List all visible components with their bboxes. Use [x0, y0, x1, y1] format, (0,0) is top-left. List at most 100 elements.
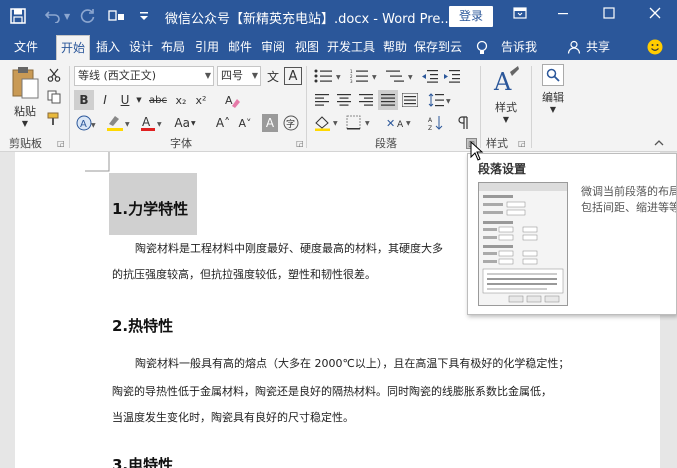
tooltip-description-line-2: 包括间距、缩进等等 [581, 201, 677, 214]
styles-button-label: 样式 [495, 101, 517, 114]
heading-3[interactable]: 3.电特性 [112, 454, 173, 468]
close-icon[interactable] [633, 0, 677, 32]
tab-mailings[interactable]: 邮件 [225, 35, 255, 60]
group-separator [531, 66, 532, 148]
superscript-button[interactable]: x² [192, 90, 210, 110]
character-shading-button[interactable]: A [262, 114, 278, 132]
phonetic-guide-button[interactable]: 文 [264, 67, 282, 85]
collapse-ribbon-icon[interactable] [652, 136, 666, 148]
editing-button[interactable]: 编辑 ▼ [536, 64, 570, 124]
font-group-label: 字体 [170, 137, 192, 150]
styles-launcher-icon[interactable]: ◲ [518, 139, 526, 148]
paste-dropdown-icon[interactable]: ▼ [6, 119, 44, 128]
paragraph-2-line-2[interactable]: 陶瓷的导热性低于金属材料，陶瓷还是良好的隔热材料。同时陶瓷的线膨胀系数比金属低， [112, 383, 552, 399]
maximize-icon[interactable] [587, 0, 631, 32]
tab-insert[interactable]: 插入 [92, 35, 124, 60]
page-corner-mark [85, 152, 110, 172]
svg-text:▼: ▼ [125, 121, 130, 128]
svg-text:✕: ✕ [386, 117, 395, 130]
clear-formatting-icon[interactable]: A [222, 90, 242, 110]
justify-icon[interactable] [378, 90, 398, 110]
undo-dropdown-icon[interactable]: ▼ [64, 0, 70, 32]
paragraph-1-line-2[interactable]: 的抗压强度较高，但抗拉强度较低，塑性和韧性很差。 [112, 266, 376, 282]
svg-text:▼: ▼ [336, 74, 341, 81]
lightbulb-icon[interactable] [474, 35, 490, 60]
ribbon-display-options-icon[interactable] [498, 0, 542, 32]
share-button[interactable]: 共享 [583, 35, 613, 60]
editing-button-label: 编辑 [542, 91, 564, 104]
line-spacing-icon[interactable]: ▼ [426, 90, 454, 110]
copy-icon[interactable] [45, 88, 63, 106]
text-effects-icon[interactable]: A ▼ [74, 113, 98, 133]
undo-icon[interactable] [45, 0, 61, 32]
redo-icon[interactable] [80, 0, 96, 32]
tab-references[interactable]: 引用 [191, 35, 223, 60]
subscript-button[interactable]: x₂ [172, 90, 190, 110]
paragraph-group-label: 段落 [375, 137, 397, 150]
borders-icon[interactable]: ▼ [344, 113, 374, 133]
text-highlight-color-icon[interactable]: ▼ [104, 113, 134, 133]
svg-text:A: A [397, 120, 404, 130]
clipboard-launcher-icon[interactable]: ◲ [57, 139, 65, 148]
customize-qat-icon[interactable] [139, 0, 149, 32]
tab-review[interactable]: 审阅 [258, 35, 288, 60]
font-launcher-icon[interactable]: ◲ [296, 139, 304, 148]
chevron-down-icon: ▼ [251, 71, 258, 80]
styles-button[interactable]: A 样式 ▼ [487, 66, 525, 130]
tab-help[interactable]: 帮助 [380, 35, 410, 60]
change-case-button[interactable]: Aa ▼ [170, 113, 200, 133]
svg-text:▼: ▼ [333, 120, 338, 127]
person-icon[interactable] [565, 35, 583, 60]
shrink-font-button[interactable]: A˅ [236, 113, 254, 133]
heading-2[interactable]: 2.热特性 [112, 315, 173, 336]
svg-text:字: 字 [286, 118, 295, 130]
enclose-characters-icon[interactable]: 字 [282, 113, 300, 133]
cut-icon[interactable] [45, 66, 63, 84]
save-icon[interactable] [10, 0, 26, 32]
smiley-feedback-icon[interactable] [645, 35, 665, 60]
align-right-icon[interactable] [356, 90, 376, 110]
ribbon-home: 粘贴 ▼ 剪贴板 ◲ 等线 (西文正文) ▼ 四号 ▼ 文 A B I U ▼ … [0, 60, 677, 152]
underline-dropdown-icon[interactable]: ▼ [134, 90, 144, 110]
tab-view[interactable]: 视图 [291, 35, 323, 60]
italic-button[interactable]: I [96, 90, 114, 110]
bullets-icon[interactable]: ▼ [312, 67, 346, 85]
decrease-indent-icon[interactable] [420, 67, 440, 85]
tab-save-to-cloud[interactable]: 保存到云 [412, 35, 464, 60]
show-formatting-marks-icon[interactable] [454, 113, 472, 133]
svg-text:A: A [493, 68, 512, 96]
bold-button[interactable]: B [74, 90, 94, 110]
shading-icon[interactable]: ▼ [312, 113, 342, 133]
tab-developer[interactable]: 开发工具 [326, 35, 376, 60]
minimize-icon[interactable] [541, 0, 585, 32]
character-border-button[interactable]: A [284, 67, 302, 85]
align-center-icon[interactable] [334, 90, 354, 110]
paragraph-2-line-1[interactable]: 陶瓷材料一般具有高的熔点（大多在 2000℃以上），且在高温下具有极好的化学稳定… [135, 355, 569, 371]
font-name-combo[interactable]: 等线 (西文正文) ▼ [74, 66, 214, 86]
login-button[interactable]: 登录 [449, 6, 493, 27]
grow-font-button[interactable]: A˄ [214, 113, 232, 133]
tab-layout[interactable]: 布局 [158, 35, 188, 60]
sort-icon[interactable]: AZ [426, 113, 446, 133]
strikethrough-button[interactable]: abc [146, 90, 170, 110]
paste-button[interactable]: 粘贴 ▼ [6, 66, 44, 128]
font-size-combo[interactable]: 四号 ▼ [217, 66, 261, 86]
tab-file[interactable]: 文件 [4, 35, 48, 60]
underline-button[interactable]: U [116, 90, 134, 110]
distributed-align-icon[interactable] [400, 90, 420, 110]
heading-1[interactable]: 1.力学特性 [112, 198, 188, 219]
font-color-icon[interactable]: A ▼ [138, 113, 166, 133]
chinese-layout-icon[interactable]: ✕ A ▼ [384, 113, 414, 133]
numbering-icon[interactable]: 1 2 3 ▼ [348, 67, 382, 85]
increase-indent-icon[interactable] [442, 67, 462, 85]
tab-home[interactable]: 开始 [56, 35, 90, 60]
touch-mode-icon[interactable] [108, 0, 126, 32]
tab-design[interactable]: 设计 [126, 35, 156, 60]
svg-text:A: A [225, 94, 233, 107]
align-left-icon[interactable] [312, 90, 332, 110]
paragraph-2-line-3[interactable]: 当温度发生变化时，陶瓷具有良好的尺寸稳定性。 [112, 409, 354, 425]
format-painter-icon[interactable] [45, 110, 63, 128]
paragraph-1-line-1[interactable]: 陶瓷材料是工程材料中刚度最好、硬度最高的材料，其硬度大多 [135, 240, 443, 256]
tell-me-search[interactable]: 告诉我 [497, 35, 541, 60]
multilevel-list-icon[interactable]: ▼ [384, 67, 418, 85]
